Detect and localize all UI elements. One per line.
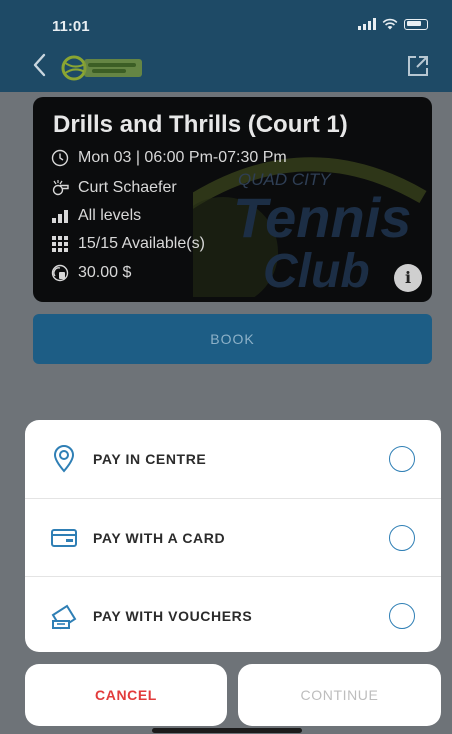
- payment-options-sheet: PAY IN CENTRE PAY WITH A CARD PAY WITH V…: [25, 420, 441, 652]
- radio-pay-with-card[interactable]: [389, 524, 415, 551]
- event-price: 30.00 $: [78, 264, 132, 281]
- event-availability: 15/15 Available(s): [78, 235, 205, 252]
- back-chevron-icon[interactable]: [30, 52, 52, 78]
- status-time: 11:01: [52, 18, 90, 35]
- location-pin-icon: [53, 445, 75, 473]
- event-level: All levels: [78, 207, 142, 224]
- event-price-row: 30.00 $: [51, 264, 131, 282]
- event-availability-row: 15/15 Available(s): [51, 235, 205, 253]
- external-link-icon[interactable]: [406, 54, 430, 78]
- screen: 11:01 QUAD CITY Tennis Club Drills and T…: [0, 0, 452, 734]
- payment-option-pay-with-card[interactable]: PAY WITH A CARD: [25, 498, 441, 576]
- radio-pay-in-centre[interactable]: [389, 446, 415, 472]
- event-card: QUAD CITY Tennis Club Drills and Thrills…: [33, 97, 432, 302]
- event-datetime: Mon 03 | 06:00 Pm-07:30 Pm: [78, 149, 287, 166]
- header-bar: 11:01: [0, 0, 452, 92]
- whistle-icon: [52, 180, 69, 196]
- wifi-icon: [382, 18, 398, 30]
- seats-grid-icon: [52, 236, 68, 252]
- coins-icon: [51, 264, 69, 282]
- payment-option-pay-in-centre[interactable]: PAY IN CENTRE: [25, 420, 441, 498]
- event-level-row: All levels: [51, 207, 141, 225]
- event-coach-row: Curt Schaefer: [51, 179, 177, 197]
- voucher-icon: [51, 604, 77, 629]
- payment-option-label: PAY WITH VOUCHERS: [93, 607, 253, 624]
- battery-icon: [404, 18, 428, 30]
- continue-button[interactable]: CONTINUE: [238, 664, 441, 726]
- clock-icon: [51, 149, 69, 167]
- watermark-line2: Tennis: [233, 186, 411, 249]
- club-logo-icon: [61, 55, 142, 81]
- event-title: Drills and Thrills (Court 1): [53, 111, 348, 138]
- home-indicator: [152, 728, 302, 733]
- payment-option-label: PAY IN CENTRE: [93, 451, 207, 467]
- payment-option-label: PAY WITH A CARD: [93, 529, 226, 546]
- event-coach: Curt Schaefer: [78, 179, 177, 196]
- book-button[interactable]: BOOK: [33, 314, 432, 364]
- payment-option-pay-with-vouchers[interactable]: PAY WITH VOUCHERS: [25, 576, 441, 652]
- level-bars-icon: [52, 210, 68, 223]
- radio-pay-with-vouchers[interactable]: [389, 602, 415, 629]
- credit-card-icon: [51, 528, 77, 547]
- info-button[interactable]: i: [394, 264, 422, 292]
- event-datetime-row: Mon 03 | 06:00 Pm-07:30 Pm: [51, 149, 287, 167]
- signal-icon: [358, 18, 376, 30]
- cancel-button[interactable]: CANCEL: [25, 664, 227, 726]
- status-icons: [358, 18, 428, 30]
- watermark-line3: Club: [263, 245, 370, 297]
